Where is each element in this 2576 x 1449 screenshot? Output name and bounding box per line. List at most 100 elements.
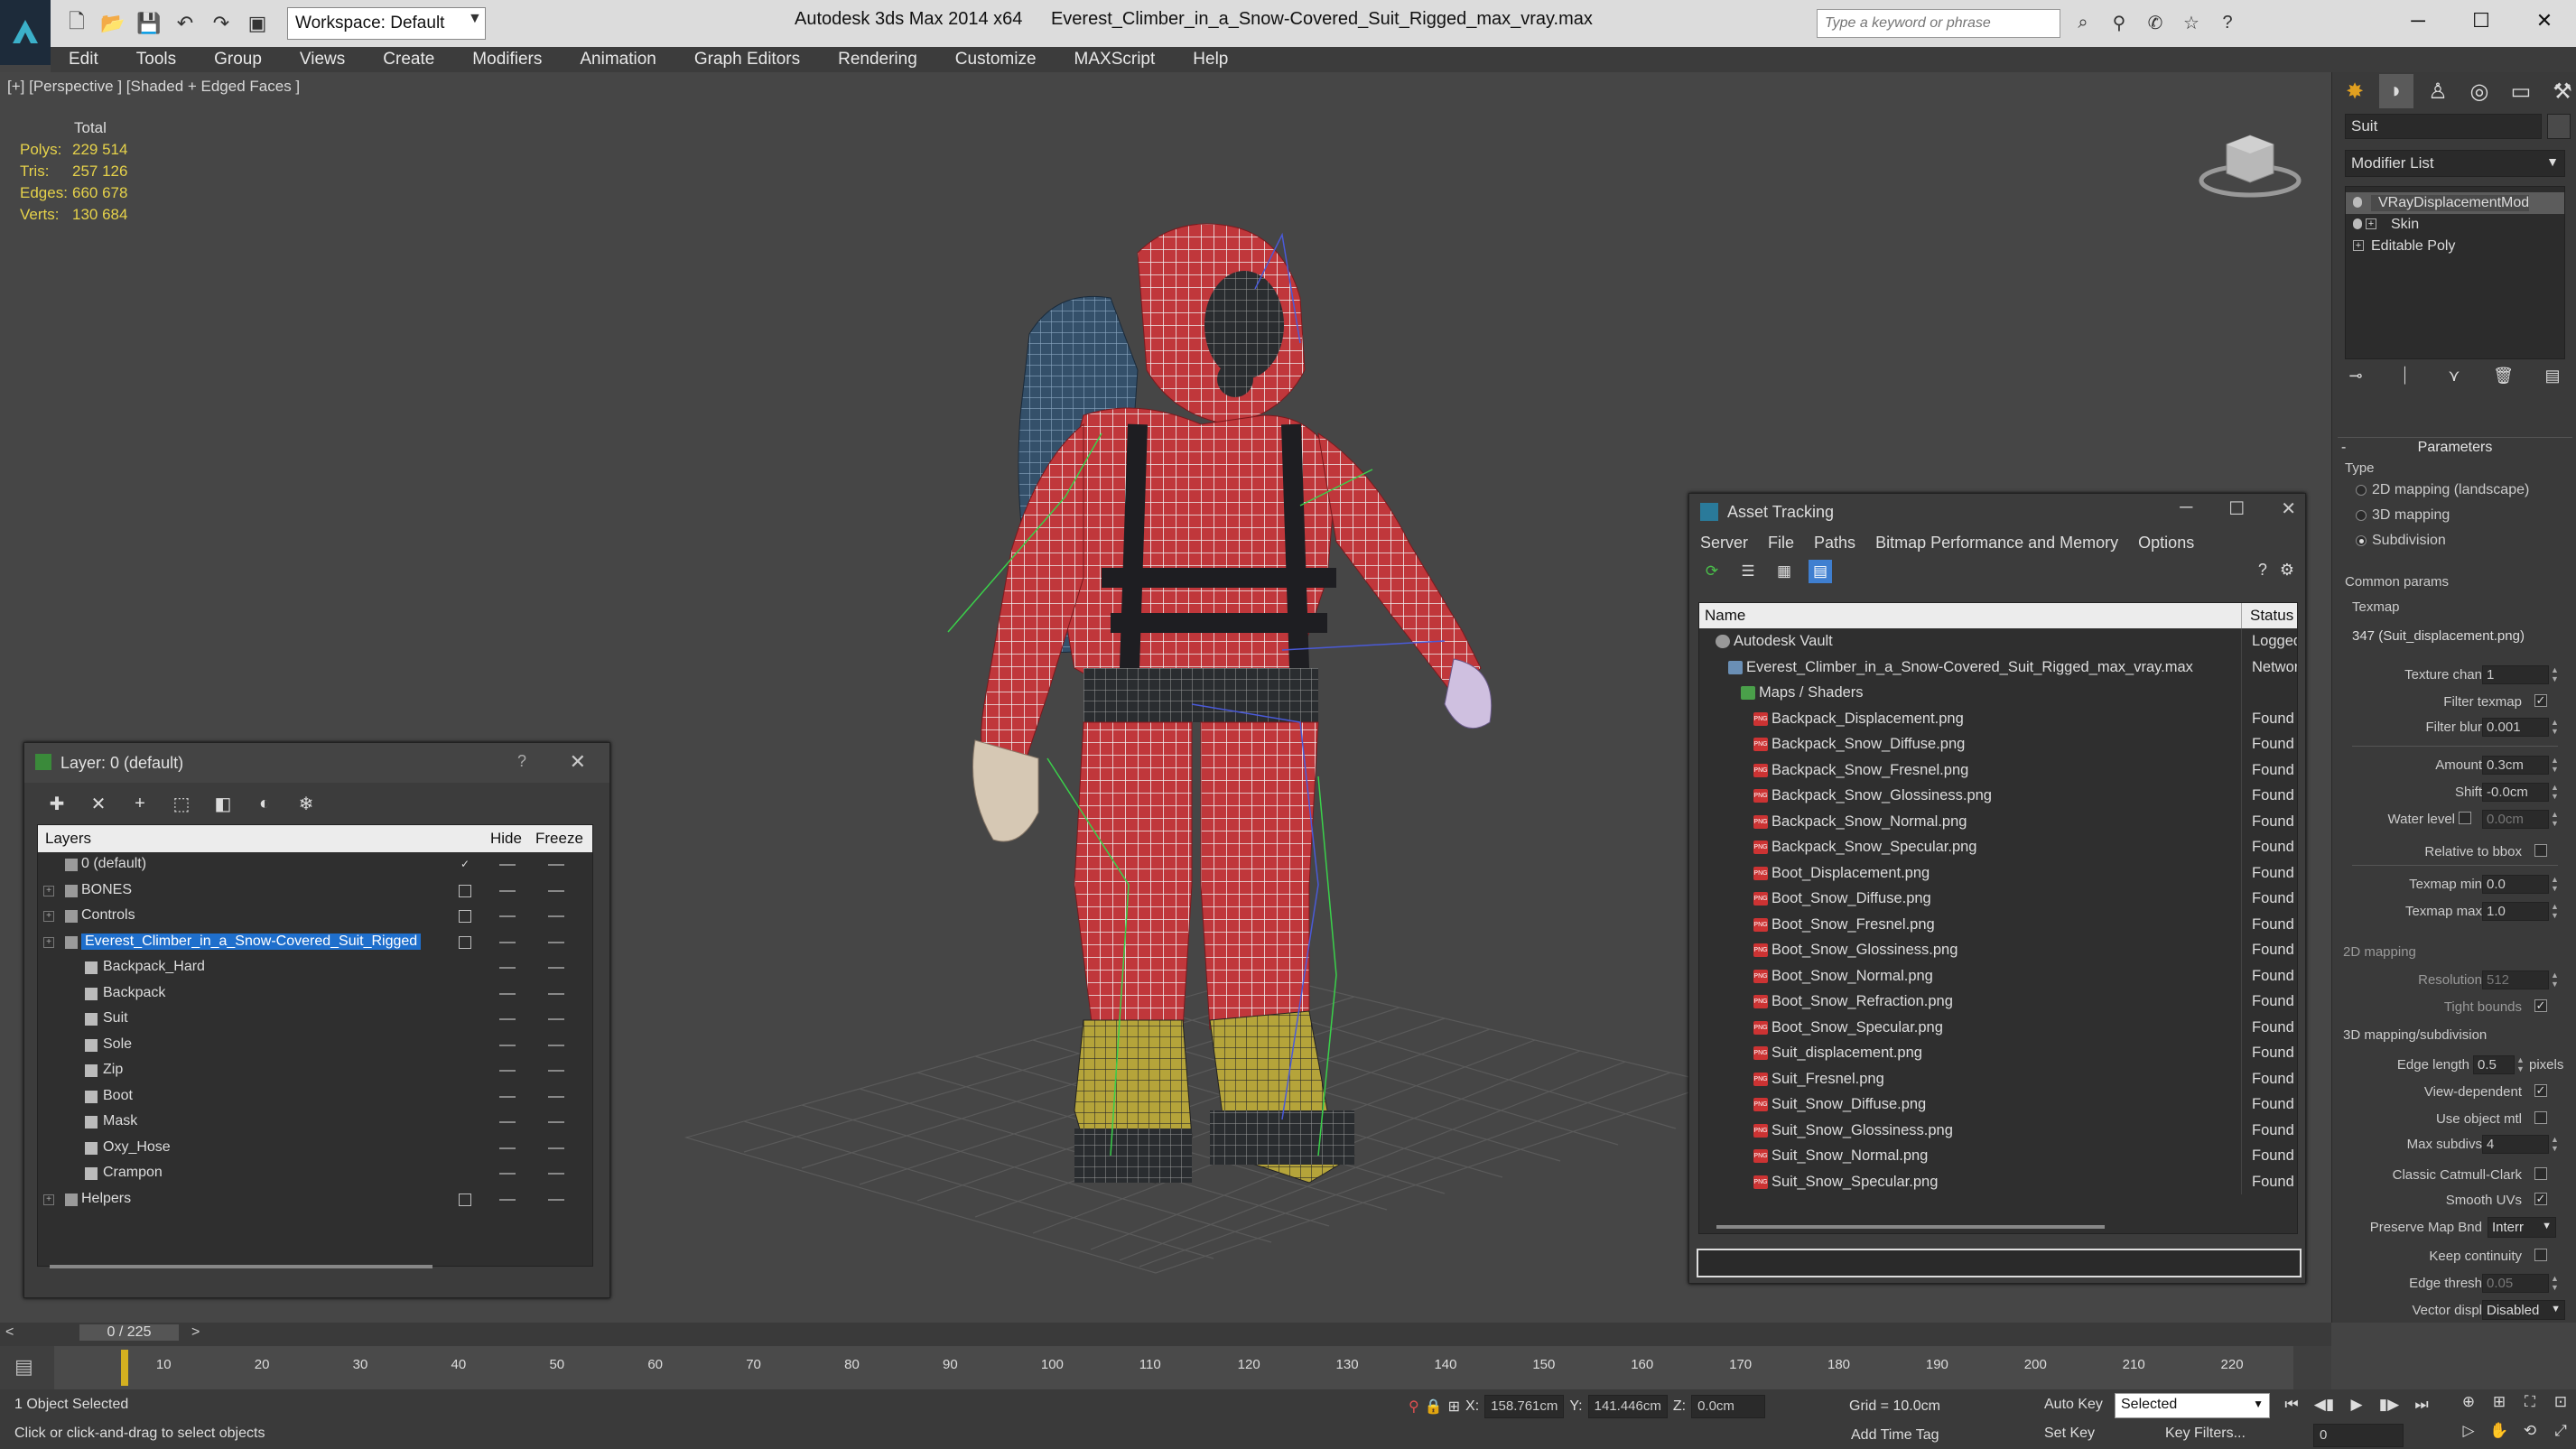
x-coordinate-input[interactable]: 158.761cm (1484, 1395, 1565, 1418)
freeze-toggle[interactable] (548, 941, 564, 943)
expand-icon[interactable]: + (43, 885, 54, 896)
track-bar[interactable]: ▤ 10 20 30 40 50 60 70 80 90 100 110 120 130 140 150 16… (0, 1346, 2331, 1389)
chevron-down-icon[interactable]: ▼ (468, 11, 482, 27)
maximize-viewport-icon[interactable]: ⤢ (2548, 1422, 2573, 1445)
isolate-icon[interactable]: ⚲ (1409, 1398, 1419, 1416)
pin-stack-icon[interactable]: ⊸ (2341, 367, 2370, 390)
preserve-map-dropdown[interactable]: Interr ▼ (2488, 1217, 2556, 1238)
asset-row[interactable]: PNG Boot_Snow_Glossiness.png Found (1699, 937, 2297, 963)
undo-icon[interactable]: ↶ (172, 10, 199, 37)
max-subdivs-input[interactable]: 4 (2482, 1135, 2549, 1154)
menu-create[interactable]: Create (365, 50, 454, 70)
tight-bounds-checkbox[interactable]: ✓ (2534, 999, 2547, 1012)
menu-group[interactable]: Group (196, 50, 282, 70)
horizontal-scrollbar[interactable] (1716, 1225, 2105, 1229)
filter-texmap-checkbox[interactable]: ✓ (2534, 694, 2547, 707)
freeze-toggle[interactable] (548, 1173, 564, 1175)
minimize-icon[interactable]: ─ (2386, 0, 2450, 42)
make-unique-icon[interactable]: ⋎ (2440, 367, 2469, 390)
freeze-toggle[interactable] (548, 1044, 564, 1046)
current-frame-input[interactable]: 0 (2313, 1424, 2404, 1447)
lightbulb-icon[interactable] (2353, 218, 2362, 229)
set-key-button[interactable]: Set Key (2044, 1422, 2113, 1447)
layer-object-row[interactable]: Backpack (38, 981, 592, 1008)
minimize-icon[interactable]: ─ (2180, 497, 2192, 520)
save-file-icon[interactable]: 💾 (135, 10, 163, 37)
relative-bbox-checkbox[interactable] (2534, 844, 2547, 857)
y-coordinate-input[interactable]: 141.446cm (1587, 1395, 1668, 1418)
menu-tools[interactable]: Tools (118, 50, 196, 70)
help-icon[interactable]: ? (2258, 561, 2267, 580)
next-frame-button[interactable]: > (191, 1324, 200, 1341)
hide-toggle[interactable] (499, 992, 516, 995)
hide-checkbox[interactable] (459, 1193, 471, 1206)
asset-row[interactable]: PNG Boot_Snow_Refraction.png Found (1699, 989, 2297, 1015)
radio-3d-mapping[interactable]: 3D mapping (2356, 507, 2450, 524)
parameters-rollout[interactable]: - Parameters (2338, 437, 2572, 459)
object-name-field[interactable]: Suit (2345, 114, 2542, 139)
column-separator[interactable] (2241, 603, 2242, 628)
absolute-mode-icon[interactable]: ⊞ (1448, 1398, 1460, 1416)
keep-continuity-checkbox[interactable] (2534, 1249, 2547, 1261)
hide-toggle[interactable] (499, 1070, 516, 1072)
asset-menu-options[interactable]: Options (2138, 534, 2194, 553)
asset-row[interactable]: Autodesk Vault Logged (1699, 628, 2297, 655)
hide-toggle[interactable] (499, 864, 516, 866)
zoom-icon[interactable]: ⊕ (2456, 1393, 2481, 1416)
hide-toggle[interactable] (499, 967, 516, 969)
asset-row[interactable]: PNG Backpack_Displacement.png Found (1699, 705, 2297, 731)
display-tab-icon[interactable]: ▭ (2504, 74, 2538, 108)
show-end-result-icon[interactable]: ⏐ (2391, 367, 2420, 390)
zoom-extents-icon[interactable]: ⛶ (2517, 1393, 2543, 1416)
object-color-swatch[interactable] (2547, 114, 2571, 139)
project-folder-icon[interactable]: ▣ (244, 10, 271, 37)
close-icon[interactable]: ✕ (2513, 0, 2576, 42)
hide-toggle[interactable] (499, 1173, 516, 1175)
field-of-view-icon[interactable]: ▷ (2456, 1422, 2481, 1445)
menu-modifiers[interactable]: Modifiers (454, 50, 562, 70)
hide-checkbox[interactable] (459, 884, 471, 897)
maximize-icon[interactable]: ☐ (2450, 0, 2513, 42)
expand-icon[interactable]: + (2366, 218, 2376, 229)
col-freeze[interactable]: Freeze (535, 830, 583, 848)
delete-layer-icon[interactable]: ✕ (84, 790, 113, 817)
hide-toggle[interactable] (499, 915, 516, 917)
spinner-icon[interactable]: ▲ ▼ (2551, 665, 2560, 684)
hide-toggle[interactable] (499, 1198, 516, 1201)
freeze-toggle[interactable] (548, 1198, 564, 1201)
layer-object-row[interactable]: Sole (38, 1033, 592, 1059)
freeze-toggle[interactable] (548, 1121, 564, 1123)
time-slider-thumb[interactable]: 0 / 225 (79, 1324, 179, 1341)
hide-toggle[interactable] (499, 889, 516, 892)
layer-row[interactable]: + Controls (38, 904, 592, 930)
freeze-toggle[interactable] (548, 1147, 564, 1149)
subscription-icon[interactable]: ⚲ (2106, 9, 2133, 36)
asset-row[interactable]: PNG Backpack_Snow_Glossiness.png Found (1699, 783, 2297, 809)
expand-icon[interactable]: + (43, 936, 54, 948)
col-layers[interactable]: Layers (45, 830, 91, 848)
asset-row[interactable]: PNG Backpack_Snow_Specular.png Found (1699, 834, 2297, 860)
refresh-icon[interactable]: ⟳ (1700, 560, 1724, 583)
create-tab-icon[interactable]: ✸ (2338, 74, 2372, 108)
stack-item-vraydisplacement[interactable]: VRayDisplacementMod (2346, 192, 2564, 214)
add-to-layer-icon[interactable]: + (126, 790, 154, 817)
asset-dialog-titlebar[interactable]: Asset Tracking ─ ☐ ✕ (1689, 494, 2305, 530)
menu-edit[interactable]: Edit (51, 50, 118, 70)
zoom-all-icon[interactable]: ⊞ (2487, 1393, 2512, 1416)
spinner-icon[interactable]: ▲ ▼ (2551, 1274, 2560, 1293)
layer-row[interactable]: + Everest_Climber_in_a_Snow-Covered_Suit_… (38, 930, 592, 956)
layer-object-row[interactable]: Suit (38, 1007, 592, 1033)
help-icon[interactable]: ? (517, 752, 526, 771)
water-level-checkbox[interactable] (2459, 812, 2471, 824)
menu-rendering[interactable]: Rendering (820, 50, 937, 70)
asset-row[interactable]: PNG Boot_Displacement.png Found (1699, 859, 2297, 886)
time-slider[interactable]: < 0 / 225 > (0, 1323, 2331, 1346)
spinner-icon[interactable]: ▲ ▼ (2551, 783, 2560, 802)
close-icon[interactable]: ✕ (2281, 497, 2296, 520)
expand-icon[interactable]: + (43, 911, 54, 922)
spinner-icon[interactable]: ▲ ▼ (2516, 1055, 2525, 1074)
go-to-start-icon[interactable]: ⏮ (2281, 1393, 2302, 1416)
highlight-layer-icon[interactable]: ◧ (209, 790, 237, 817)
expand-icon[interactable]: + (43, 1194, 54, 1205)
layer-row[interactable]: + Helpers (38, 1187, 592, 1213)
